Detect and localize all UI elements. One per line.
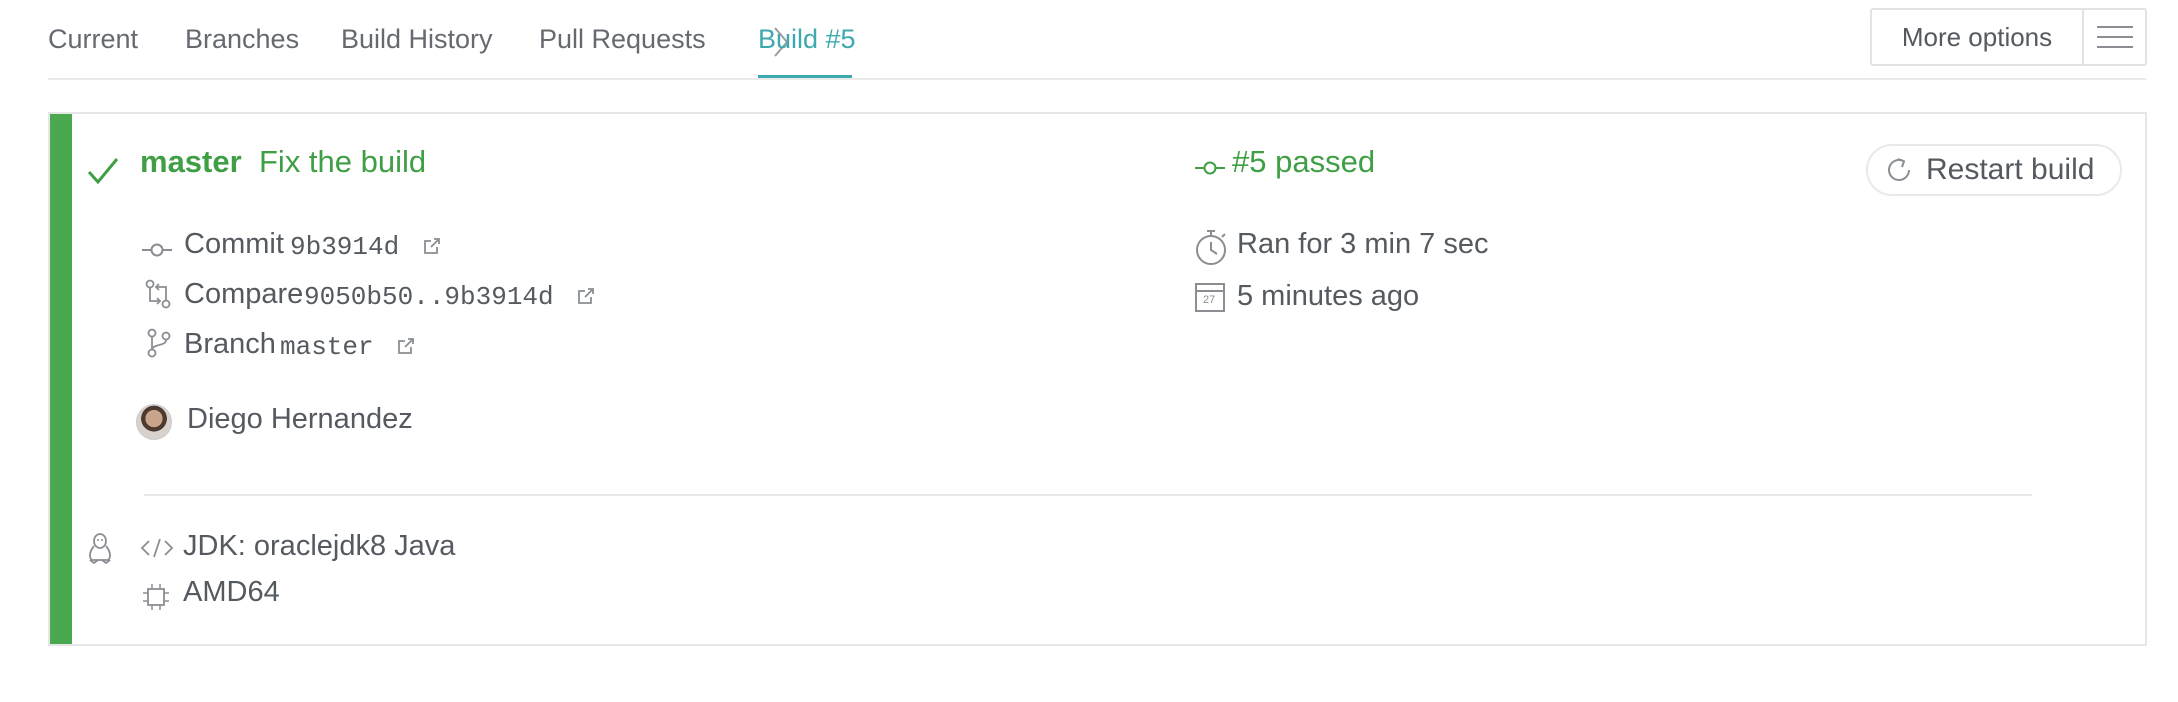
branch-label: Branch	[184, 328, 276, 360]
external-link-icon[interactable]	[576, 286, 596, 306]
external-link-icon[interactable]	[422, 236, 442, 256]
build-finished-time: 5 minutes ago	[1237, 280, 1420, 312]
calendar-icon: 27	[1195, 282, 1225, 312]
tab-pull-requests[interactable]: Pull Requests	[539, 24, 706, 55]
commit-message: Fix the build	[259, 144, 427, 179]
branch-name[interactable]: master	[140, 144, 242, 180]
tabs-divider	[48, 78, 2146, 80]
author-name: Diego Hernandez	[187, 403, 413, 435]
linux-icon	[89, 533, 111, 564]
tab-build-history[interactable]: Build History	[341, 24, 493, 55]
section-divider	[144, 494, 2032, 496]
restart-build-label: Restart build	[1926, 153, 2095, 186]
commit-label: Commit	[184, 228, 284, 260]
build-summary-card: master Fix the build #5 passed Restart b…	[48, 112, 2147, 646]
more-options-button[interactable]: More options	[1870, 8, 2147, 66]
build-duration: Ran for 3 min 7 sec	[1237, 228, 1489, 260]
restart-build-button[interactable]: Restart build	[1866, 144, 2122, 196]
build-tabs: Current Branches Build History Pull Requ…	[48, 0, 2178, 80]
check-icon	[87, 158, 119, 185]
architecture: AMD64	[183, 576, 280, 608]
commit-icon	[142, 243, 172, 257]
tab-branches[interactable]: Branches	[185, 24, 299, 55]
compare-range-link[interactable]: 9050b50..9b3914d	[304, 282, 554, 312]
restart-icon	[1888, 158, 1910, 181]
tab-current[interactable]: Current	[48, 24, 138, 55]
commit-sha-link[interactable]: 9b3914d	[290, 232, 399, 262]
code-icon	[140, 538, 174, 558]
stopwatch-icon	[1196, 230, 1226, 265]
compare-label: Compare	[184, 278, 304, 310]
branch-value-link[interactable]: master	[280, 332, 374, 362]
avatar	[136, 404, 172, 440]
status-stripe	[50, 114, 72, 644]
jdk-language: JDK: oraclejdk8 Java	[183, 530, 456, 562]
external-link-icon[interactable]	[396, 336, 416, 356]
build-number-status[interactable]: #5 passed	[1232, 144, 1375, 180]
more-options-label: More options	[1872, 10, 2084, 64]
commit-icon	[1195, 161, 1225, 175]
calendar-day: 27	[1203, 294, 1216, 306]
hamburger-icon	[2084, 10, 2145, 64]
compare-icon	[145, 279, 171, 309]
tab-build-5[interactable]: Build #5	[758, 24, 856, 55]
branch-icon	[147, 328, 171, 358]
cpu-icon	[143, 584, 169, 610]
